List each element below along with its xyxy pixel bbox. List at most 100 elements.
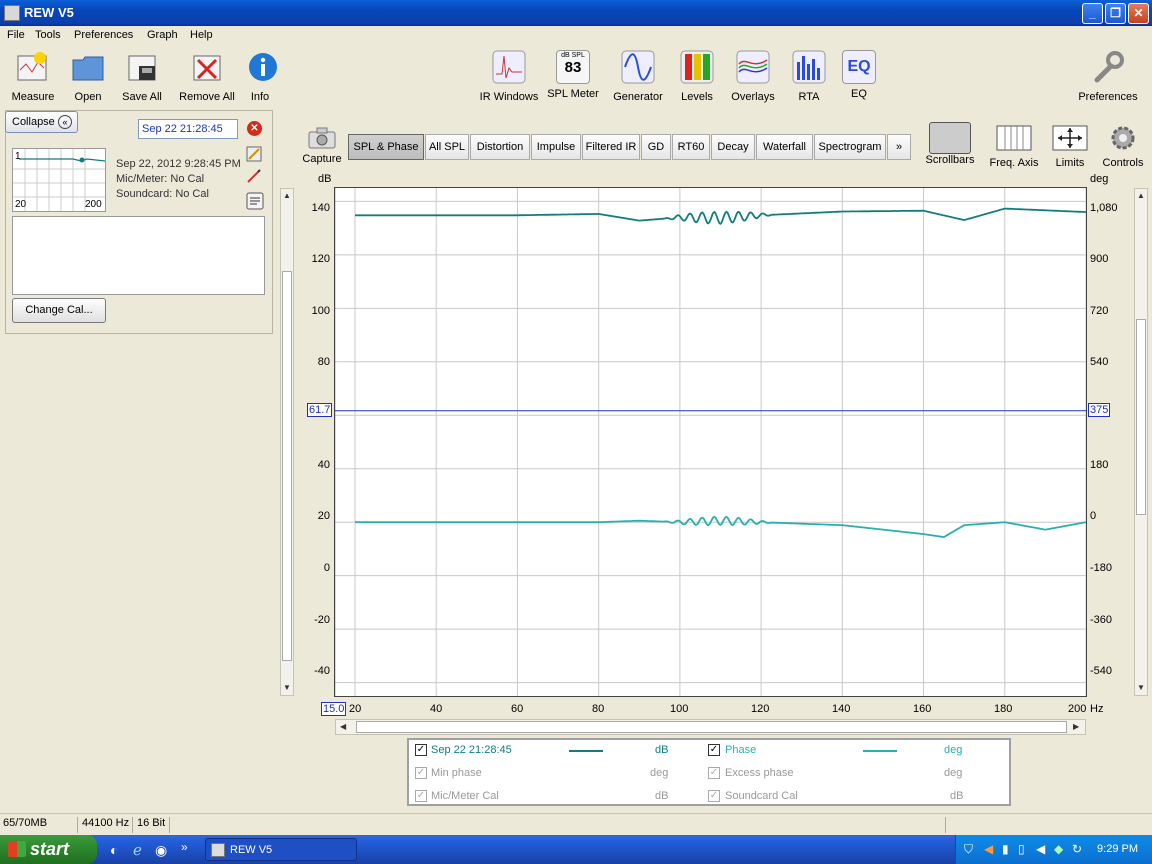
edit-measurement-icon[interactable]: [246, 146, 262, 162]
left-axis-unit: dB: [318, 173, 332, 185]
browser-icon[interactable]: ◉: [155, 842, 167, 859]
spl-phase-plot[interactable]: [334, 187, 1087, 697]
menu-help[interactable]: Help: [190, 29, 213, 41]
left-vertical-scrollbar[interactable]: ▲ ▼: [280, 188, 294, 696]
y-tick-label: 80: [317, 356, 330, 368]
cursor-x-value: 15.0: [321, 702, 347, 716]
scrollbar-thumb[interactable]: [282, 271, 292, 661]
eq-button[interactable]: EQ EQ: [842, 50, 876, 100]
scroll-up-icon[interactable]: ▲: [283, 191, 291, 200]
tray-app-icon[interactable]: ◆: [1054, 842, 1063, 856]
freq-axis-button[interactable]: Freq. Axis: [986, 122, 1042, 169]
ir-windows-icon: [492, 50, 526, 84]
levels-button[interactable]: Levels: [678, 50, 716, 103]
legend-excess-phase-label: Excess phase: [725, 767, 794, 779]
series1-checkbox[interactable]: ✓: [415, 744, 427, 756]
tab-waterfall[interactable]: Waterfall: [756, 134, 813, 160]
scroll-down-icon[interactable]: ▼: [1137, 683, 1145, 692]
scroll-down-icon[interactable]: ▼: [283, 683, 291, 692]
tab-spectrogram[interactable]: Spectrogram: [814, 134, 886, 160]
collapse-chevron-icon: «: [58, 115, 72, 129]
excess-phase-checkbox[interactable]: ✓: [708, 767, 720, 779]
y-right-tick-label: 720: [1090, 305, 1109, 317]
right-vertical-scrollbar[interactable]: ▲ ▼: [1134, 188, 1148, 696]
open-button[interactable]: Open: [70, 50, 106, 103]
scroll-left-icon[interactable]: ◀: [340, 722, 346, 731]
notes-icon[interactable]: [246, 192, 264, 210]
horizontal-scrollbar[interactable]: ◀ ▶: [335, 719, 1086, 735]
scroll-up-icon[interactable]: ▲: [1137, 191, 1145, 200]
tab-distortion[interactable]: Distortion: [470, 134, 530, 160]
menu-file[interactable]: File: [7, 29, 25, 41]
menu-graph[interactable]: Graph: [147, 29, 178, 41]
graph-legend: ✓ Sep 22 21:28:45 dB ✓ Phase deg ✓ Min p…: [407, 738, 1011, 806]
tab-spl-phase[interactable]: SPL & Phase: [348, 134, 424, 160]
start-button[interactable]: start: [0, 835, 97, 864]
scrollbar-thumb[interactable]: [356, 721, 1067, 733]
min-phase-checkbox[interactable]: ✓: [415, 767, 427, 779]
spl-meter-button[interactable]: dB SPL 83 SPL Meter: [546, 50, 600, 100]
scrollbar-thumb[interactable]: [1136, 319, 1146, 515]
remove-all-button[interactable]: Remove All: [178, 50, 236, 103]
y-tick-label: 0: [323, 562, 330, 574]
capture-button[interactable]: Capture: [300, 126, 344, 165]
freq-axis-icon: [996, 125, 1032, 151]
quicklaunch-app-icon[interactable]: ◐: [110, 842, 118, 858]
restore-button[interactable]: ❐: [1105, 3, 1126, 24]
overlays-button[interactable]: Overlays: [728, 50, 778, 103]
measurement-thumbnail[interactable]: 1 20 200: [12, 148, 106, 212]
y-right-tick-label: 1,080: [1090, 202, 1118, 214]
plot-canvas: [335, 188, 1086, 696]
x-tick-label: 100: [670, 703, 689, 715]
delete-measurement-icon[interactable]: ✕: [247, 121, 262, 136]
controls-button[interactable]: Controls: [1100, 124, 1146, 169]
preferences-button[interactable]: Preferences: [1076, 50, 1140, 103]
menu-tools[interactable]: Tools: [35, 29, 61, 41]
scrollbars-button[interactable]: Scrollbars: [924, 122, 976, 166]
collapse-button[interactable]: Collapse «: [5, 111, 78, 133]
x-tick-label: 180: [994, 703, 1013, 715]
volume-icon[interactable]: ◀: [1036, 842, 1045, 856]
limits-button[interactable]: Limits: [1050, 122, 1090, 169]
network-icon[interactable]: ▮: [1002, 842, 1009, 856]
tab-decay[interactable]: Decay: [711, 134, 755, 160]
status-divider: [945, 817, 946, 833]
gear-icon: [1111, 126, 1135, 150]
close-button[interactable]: ✕: [1128, 3, 1149, 24]
quicklaunch-expand-icon[interactable]: »: [181, 840, 188, 854]
tab-gd[interactable]: GD: [641, 134, 671, 160]
tab-rt60[interactable]: RT60: [672, 134, 710, 160]
generator-button[interactable]: Generator: [612, 50, 664, 103]
phase-checkbox[interactable]: ✓: [708, 744, 720, 756]
save-all-button[interactable]: Save All: [120, 50, 164, 103]
minimize-button[interactable]: _: [1082, 3, 1103, 24]
y-right-tick-label: -540: [1090, 665, 1113, 677]
y-tick-label: 140: [311, 202, 330, 214]
tab-more[interactable]: »: [887, 134, 911, 160]
measurement-name-field[interactable]: Sep 22 21:28:45: [138, 119, 238, 139]
info-button[interactable]: Info: [246, 50, 277, 103]
speaker-icon[interactable]: ◀: [984, 842, 993, 856]
mic-cal-checkbox[interactable]: ✓: [415, 790, 427, 802]
tab-filtered-ir[interactable]: Filtered IR: [582, 134, 640, 160]
internet-explorer-icon[interactable]: ℯ: [133, 841, 142, 859]
menu-preferences[interactable]: Preferences: [74, 29, 133, 41]
sine-wave-icon: [621, 50, 655, 84]
change-cal-button[interactable]: Change Cal...: [12, 298, 106, 323]
ir-windows-button[interactable]: IR Windows: [478, 50, 540, 103]
tab-impulse[interactable]: Impulse: [531, 134, 581, 160]
signal-icon[interactable]: ▯: [1018, 842, 1025, 856]
soundcard-cal-checkbox[interactable]: ✓: [708, 790, 720, 802]
shield-icon[interactable]: ⛉: [964, 842, 973, 857]
taskbar-item-rew[interactable]: REW V5: [205, 838, 357, 861]
legend-soundcard-cal-unit: dB: [950, 790, 964, 802]
measurement-notes[interactable]: [12, 216, 265, 295]
measure-button[interactable]: Measure: [10, 50, 56, 103]
y-right-tick-label: 540: [1090, 356, 1109, 368]
x-tick-label: 60: [511, 703, 524, 715]
pen-icon[interactable]: [246, 168, 262, 184]
scroll-right-icon[interactable]: ▶: [1073, 722, 1079, 731]
sync-icon[interactable]: ↻: [1072, 842, 1082, 856]
tab-all-spl[interactable]: All SPL: [425, 134, 469, 160]
rta-button[interactable]: RTA: [792, 50, 826, 103]
